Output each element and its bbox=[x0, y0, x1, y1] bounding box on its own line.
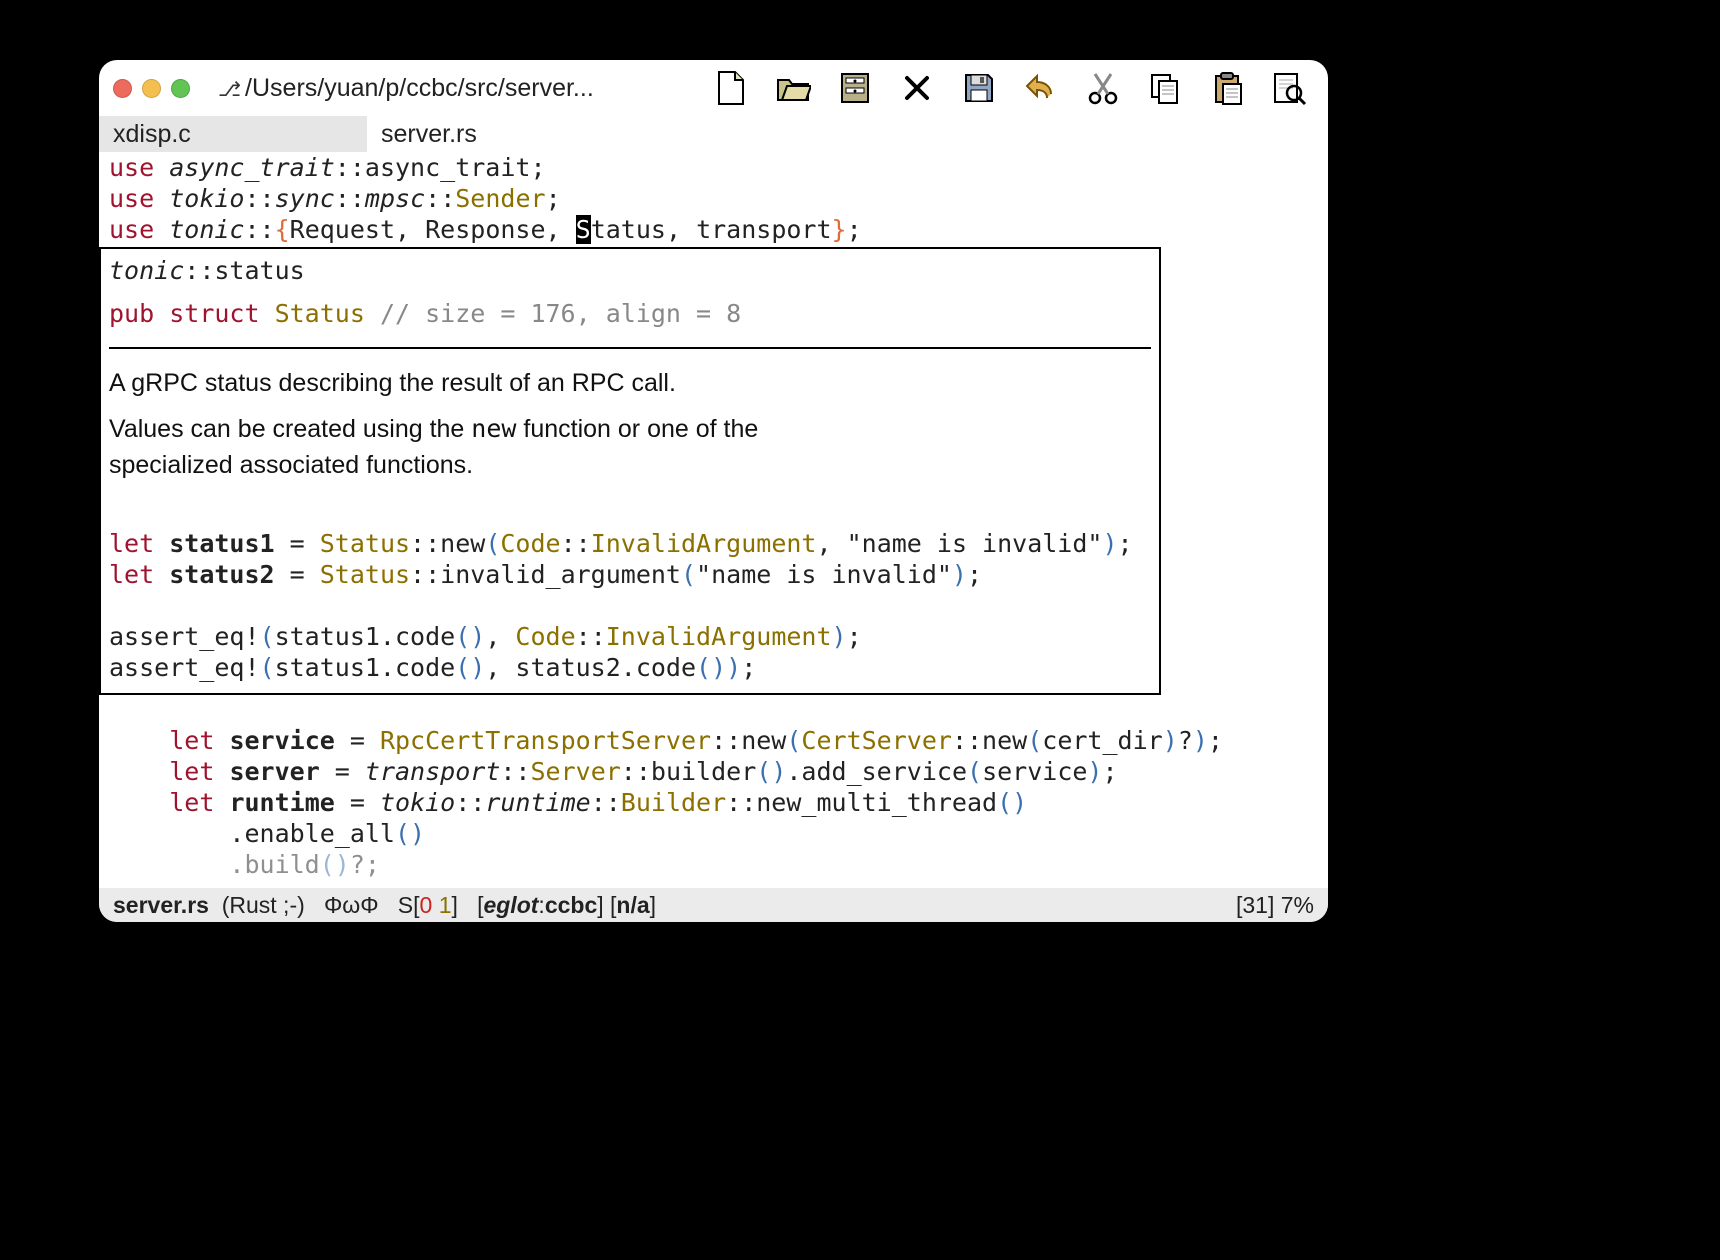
modeline-filename: server.rs bbox=[113, 892, 209, 919]
code-line: .build()?; bbox=[99, 849, 1328, 880]
tab-server[interactable]: server.rs bbox=[367, 116, 491, 152]
vc-branch-icon: ⎇ bbox=[218, 77, 241, 102]
new-file-button[interactable] bbox=[712, 69, 750, 107]
popup-code-example: let status1 = Status::new(Code::InvalidA… bbox=[109, 497, 1151, 683]
text-cursor: S bbox=[576, 215, 591, 244]
mode-line-left: server.rs (Rust ;-) ΦωΦ S[0 1] [eglot:cc… bbox=[113, 892, 656, 919]
modeline-na: [n/a] bbox=[610, 892, 656, 919]
modeline-flycheck-status: S[0 1] bbox=[398, 892, 458, 919]
copy-button[interactable] bbox=[1146, 69, 1184, 107]
modeline-percent: 7% bbox=[1274, 892, 1314, 918]
tab-bar: xdisp.c server.rs bbox=[99, 116, 1328, 152]
save-button[interactable] bbox=[960, 69, 998, 107]
open-file-button[interactable] bbox=[774, 69, 812, 107]
mode-line[interactable]: server.rs (Rust ;-) ΦωΦ S[0 1] [eglot:cc… bbox=[99, 888, 1328, 922]
toolbar bbox=[712, 69, 1314, 107]
tab-label: xdisp.c bbox=[113, 120, 191, 149]
popup-symbol-path: tonic::status bbox=[109, 255, 1151, 286]
code-line: let service = RpcCertTransportServer::ne… bbox=[99, 725, 1328, 756]
modeline-eglot: [eglot:ccbc] bbox=[477, 892, 604, 919]
code-line: use async_trait::async_trait; bbox=[99, 152, 1328, 183]
code-line: use tokio::sync::mpsc::Sender; bbox=[99, 183, 1328, 214]
titlebar: ⎇ /Users/yuan/p/ccbc/src/server... bbox=[99, 60, 1328, 116]
paste-button[interactable] bbox=[1208, 69, 1246, 107]
code-line: use tonic::{Request, Response, Status, t… bbox=[99, 214, 1328, 245]
window-title: ⎇ /Users/yuan/p/ccbc/src/server... bbox=[208, 74, 594, 103]
popup-symbol-decl: pub struct Status // size = 176, align =… bbox=[109, 298, 1151, 329]
search-button[interactable] bbox=[1270, 69, 1308, 107]
code-line: .enable_all() bbox=[99, 818, 1328, 849]
close-window-button[interactable] bbox=[113, 79, 132, 98]
mode-line-right: [31] 7% bbox=[1236, 892, 1314, 919]
window-title-path: /Users/yuan/p/ccbc/src/server... bbox=[245, 74, 594, 103]
code-continuation: let service = RpcCertTransportServer::ne… bbox=[99, 725, 1328, 880]
popup-doc-line: A gRPC status describing the result of a… bbox=[109, 365, 869, 401]
zoom-window-button[interactable] bbox=[171, 79, 190, 98]
popup-divider bbox=[109, 347, 1151, 349]
tab-label: server.rs bbox=[381, 120, 477, 149]
cut-button[interactable] bbox=[1084, 69, 1122, 107]
tab-xdisp[interactable]: xdisp.c bbox=[99, 116, 367, 152]
dired-button[interactable] bbox=[836, 69, 874, 107]
minimize-window-button[interactable] bbox=[142, 79, 161, 98]
modeline-major-mode: (Rust ;-) bbox=[222, 892, 305, 919]
kill-buffer-button[interactable] bbox=[898, 69, 936, 107]
modeline-flycheck-icon: ΦωΦ bbox=[324, 892, 379, 919]
editor-window: ⎇ /Users/yuan/p/ccbc/src/server... bbox=[99, 60, 1328, 922]
popup-doc-line: Values can be created using the new func… bbox=[109, 411, 869, 483]
undo-button[interactable] bbox=[1022, 69, 1060, 107]
code-line: let runtime = tokio::runtime::Builder::n… bbox=[99, 787, 1328, 818]
code-line: let server = transport::Server::builder(… bbox=[99, 756, 1328, 787]
modeline-line-number: [31] bbox=[1236, 892, 1274, 918]
window-controls bbox=[113, 79, 198, 98]
hover-doc-popup: tonic::status pub struct Status // size … bbox=[99, 247, 1161, 695]
code-editor[interactable]: use async_trait::async_trait; use tokio:… bbox=[99, 152, 1328, 888]
